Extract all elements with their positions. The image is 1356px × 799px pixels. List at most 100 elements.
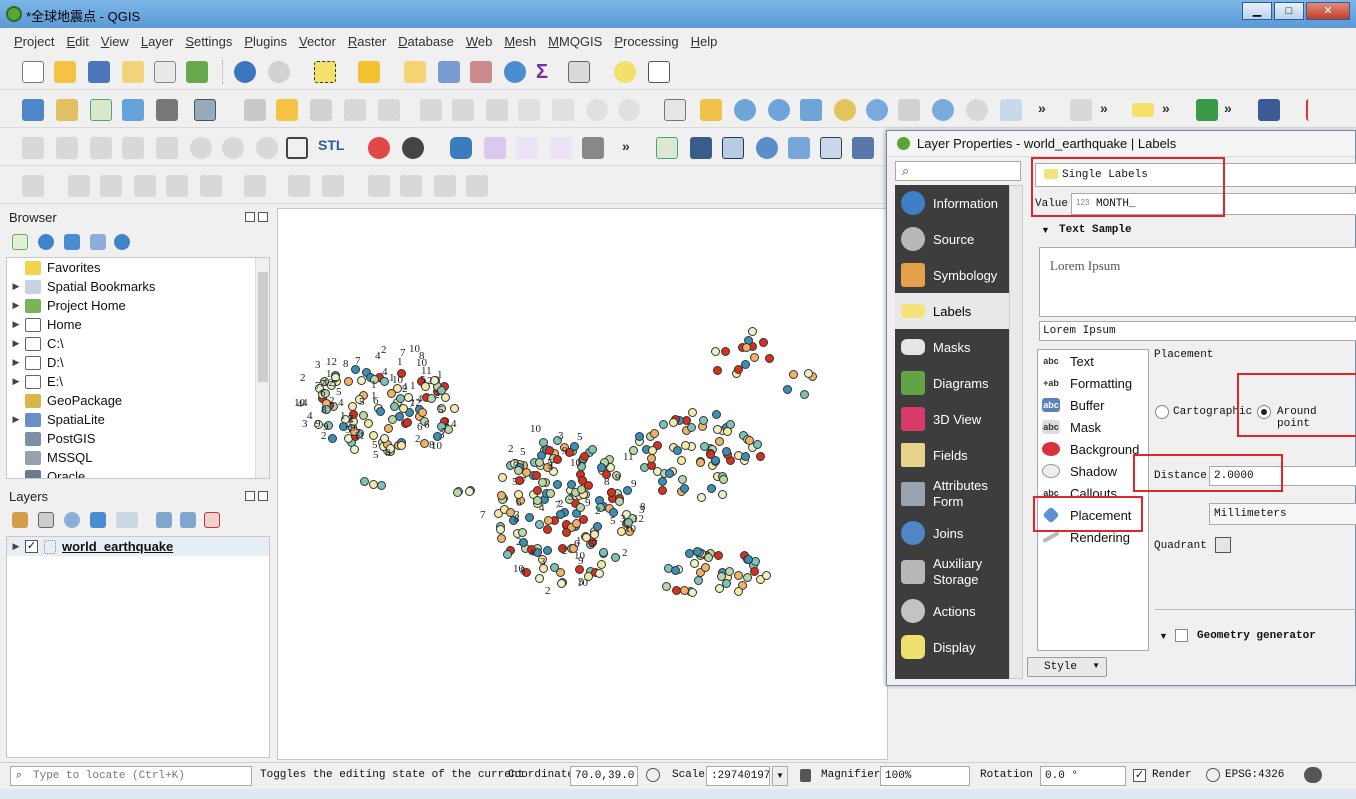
subtab-buffer[interactable]: abc Buffer xyxy=(1038,394,1148,416)
messages-icon[interactable] xyxy=(1304,767,1322,783)
menu-project[interactable]: Project xyxy=(14,34,54,49)
analysis-tool-7-icon[interactable] xyxy=(222,137,244,159)
deselect-icon[interactable] xyxy=(404,61,426,83)
toolbar-overflow-icon[interactable]: » xyxy=(1162,100,1170,116)
shape-tool-2-icon[interactable] xyxy=(68,175,90,197)
panel-close-icon[interactable] xyxy=(258,491,268,501)
prev-inter-icon[interactable] xyxy=(516,137,538,159)
menu-view[interactable]: View xyxy=(101,34,129,49)
toolbar-overflow-icon[interactable]: » xyxy=(1224,100,1232,116)
collapse-all-icon[interactable] xyxy=(90,234,106,250)
nav-display[interactable]: Display xyxy=(895,629,1009,665)
field-calculator-icon[interactable] xyxy=(470,61,492,83)
shape-tool-6-icon[interactable] xyxy=(200,175,222,197)
layer-visibility-checkbox[interactable]: ✓ xyxy=(25,540,38,553)
locator-search-input[interactable]: ⌕ Type to locate (Ctrl+K) xyxy=(10,766,252,786)
help-icon[interactable] xyxy=(1258,99,1280,121)
dialog-nav-scrollbar[interactable] xyxy=(1009,185,1023,679)
python-console-icon[interactable] xyxy=(450,137,472,159)
identify-icon[interactable] xyxy=(234,61,256,83)
zoom-in-icon[interactable] xyxy=(734,99,756,121)
crs-globe-icon[interactable] xyxy=(1206,768,1220,782)
nav-symbology[interactable]: Symbology xyxy=(895,257,1009,293)
lifebuoy-icon[interactable] xyxy=(368,137,390,159)
crs-label[interactable]: EPSG:4326 xyxy=(1225,769,1284,781)
analysis-tool-4-icon[interactable] xyxy=(122,137,144,159)
nav-masks[interactable]: Masks xyxy=(895,329,1009,365)
nav-diagrams[interactable]: Diagrams xyxy=(895,365,1009,401)
raster-grid-icon[interactable] xyxy=(722,137,744,159)
style-button[interactable]: Style ▼ xyxy=(1027,657,1107,677)
map-canvas[interactable]: 9 5 5 1 2 8 5 9 2 6 4 3 8 9 6 6 3 4 5 8 2 4 6 4 4 5 3 8 1 4 4 2 2 4 8 11 10 1… xyxy=(277,208,888,760)
menu-settings[interactable]: Settings xyxy=(185,34,232,49)
browser-item-spatial-bookmarks[interactable]: ▶ Spatial Bookmarks xyxy=(7,277,269,296)
modify-attributes-icon[interactable] xyxy=(420,99,442,121)
menu-edit[interactable]: Edit xyxy=(66,34,88,49)
browser-item-c-drive[interactable]: ▶ C:\ xyxy=(7,334,269,353)
prev-clip-icon[interactable] xyxy=(550,137,572,159)
line-tool-icon[interactable] xyxy=(756,137,778,159)
pen-tool-icon[interactable] xyxy=(788,137,810,159)
style-manager-icon[interactable] xyxy=(186,61,208,83)
pan-to-selection-icon[interactable] xyxy=(700,99,722,121)
crosshair-icon[interactable] xyxy=(1306,99,1328,121)
toolbar-overflow-icon[interactable]: » xyxy=(622,138,630,154)
nav-auxiliary-storage[interactable]: Auxiliary Storage xyxy=(895,551,1009,593)
subtab-formatting[interactable]: +ab Formatting xyxy=(1038,372,1148,394)
add-delimited-text-icon[interactable] xyxy=(122,99,144,121)
menu-web[interactable]: Web xyxy=(466,34,493,49)
add-group-icon[interactable] xyxy=(38,512,54,528)
shape-tool-8-icon[interactable] xyxy=(288,175,310,197)
shape-tool-12-icon[interactable] xyxy=(434,175,456,197)
zoom-next-icon[interactable] xyxy=(966,99,988,121)
zoom-to-selection-icon[interactable] xyxy=(834,99,856,121)
magnifier-field[interactable]: 100% xyxy=(880,766,970,786)
pan-hand-icon[interactable] xyxy=(664,99,686,121)
plugin-round-icon[interactable] xyxy=(402,137,424,159)
digitizing-icon[interactable] xyxy=(1070,99,1092,121)
dialog-search-input[interactable]: ⌕ xyxy=(895,161,1021,181)
rotation-field[interactable]: 0.0 ° xyxy=(1040,766,1126,786)
vertex-add-icon[interactable] xyxy=(656,137,678,159)
filter-icon[interactable] xyxy=(64,234,80,250)
polygon-tool-icon[interactable] xyxy=(820,137,842,159)
expand-arrow-icon[interactable]: ▶ xyxy=(7,541,25,552)
label-toolbar-icon[interactable] xyxy=(1132,103,1154,117)
redo-icon[interactable] xyxy=(618,99,640,121)
browser-item-favorites[interactable]: Favorites xyxy=(7,258,269,277)
panel-float-icon[interactable] xyxy=(245,491,255,501)
print-icon[interactable] xyxy=(582,137,604,159)
lock-icon[interactable] xyxy=(800,769,811,782)
cartographic-radio[interactable] xyxy=(1155,405,1169,419)
filter-legend-icon[interactable] xyxy=(90,512,106,528)
new-map-view-icon[interactable] xyxy=(1000,99,1022,121)
text-annotation-icon[interactable] xyxy=(648,61,670,83)
zoom-full-icon[interactable] xyxy=(800,99,822,121)
paste-features-icon[interactable] xyxy=(552,99,574,121)
nav-actions[interactable]: Actions xyxy=(895,593,1009,629)
plugin-purple-icon[interactable] xyxy=(484,137,506,159)
browser-item-project-home[interactable]: ▶ Project Home xyxy=(7,296,269,315)
nav-3d-view[interactable]: 3D View xyxy=(895,401,1009,437)
add-layer-icon[interactable] xyxy=(22,99,44,121)
maximize-button[interactable]: □ xyxy=(1274,2,1304,20)
new-project-icon[interactable] xyxy=(22,61,44,83)
refresh-icon[interactable] xyxy=(38,234,54,250)
toggle-editing-icon[interactable] xyxy=(276,99,298,121)
subtab-mask[interactable]: abc Mask xyxy=(1038,416,1148,438)
collapse-arrow-icon[interactable]: ▼ xyxy=(1041,225,1050,235)
subtab-shadow[interactable]: Shadow xyxy=(1038,460,1148,482)
nav-attributes-form[interactable]: Attributes Form xyxy=(895,473,1009,515)
sample-text-input[interactable]: Lorem Ipsum xyxy=(1039,321,1356,341)
menu-vector[interactable]: Vector xyxy=(299,34,336,49)
render-checkbox[interactable]: ✓ xyxy=(1133,769,1146,782)
open-layer-styling-icon[interactable] xyxy=(12,512,28,528)
zoom-to-layer-icon[interactable] xyxy=(866,99,888,121)
save-project-icon[interactable] xyxy=(88,61,110,83)
remove-layer-icon[interactable] xyxy=(204,512,220,528)
menu-help[interactable]: Help xyxy=(691,34,718,49)
menu-plugins[interactable]: Plugins xyxy=(244,34,287,49)
zoom-last-icon[interactable] xyxy=(932,99,954,121)
statistics-sigma-icon[interactable]: Σ xyxy=(536,61,558,83)
layer-item-world-earthquake[interactable]: ▶ ✓ world_earthquake xyxy=(7,537,269,556)
